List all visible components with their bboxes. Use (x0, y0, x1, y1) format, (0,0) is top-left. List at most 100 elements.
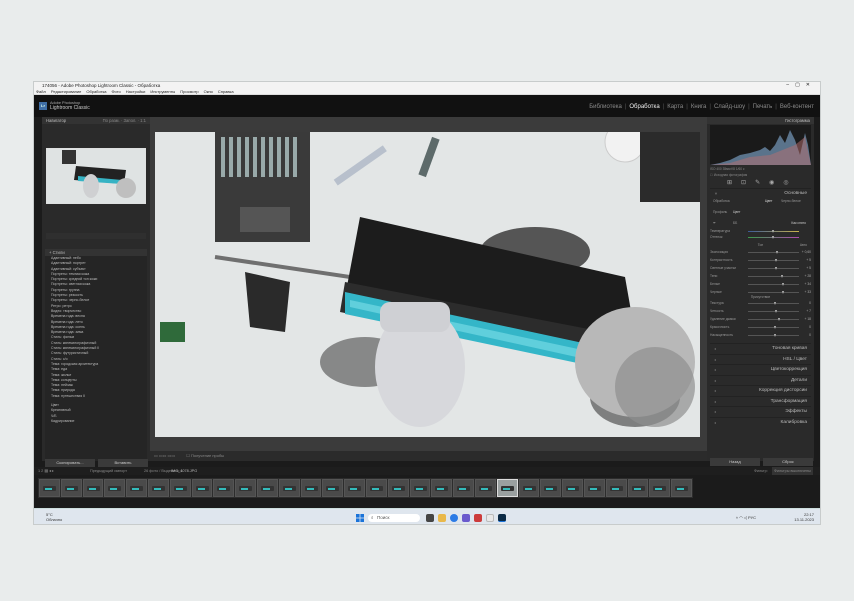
menu-item[interactable]: Инструменты (150, 89, 175, 94)
menu-item[interactable]: Просмотр (180, 89, 198, 94)
window-controls[interactable]: –▢✕ (786, 82, 816, 89)
slider-knob[interactable] (774, 266, 777, 270)
section-header[interactable]: ◂ Детали (710, 374, 811, 384)
histogram[interactable] (710, 125, 811, 165)
copy-button[interactable]: Скопировать... (45, 459, 95, 467)
slider-value[interactable]: + 5 (806, 266, 811, 271)
preset-group[interactable]: Кадрирование (45, 419, 147, 424)
yandex-icon[interactable] (474, 514, 482, 522)
navigator-preview[interactable] (46, 148, 146, 204)
filmstrip-thumbnail[interactable] (583, 479, 605, 497)
slider-presence[interactable]: Красочность 0 (710, 325, 811, 330)
slider-sliders[interactable]: Белые + 34 (710, 282, 811, 287)
treatment-color[interactable]: Цвет (765, 199, 772, 203)
treatment-bw[interactable]: Черно-белое (781, 199, 801, 203)
redeye-icon[interactable]: ◉ (769, 180, 783, 186)
filmstrip-thumbnail[interactable] (60, 479, 82, 497)
slider-sliders[interactable]: Контрастность + 5 (710, 258, 811, 263)
module-2[interactable]: Обработка (629, 104, 659, 110)
slider-knob[interactable] (774, 258, 777, 262)
filmstrip-nav-icons[interactable]: 1 2 ▦ ◂ ▸ (38, 467, 54, 475)
tint-knob[interactable] (772, 235, 774, 239)
section-header[interactable]: ◂ Калибровка (710, 416, 811, 426)
filmstrip-thumbnail[interactable] (518, 479, 540, 497)
crop-icon[interactable]: ⊡ (741, 180, 755, 186)
navigator-header[interactable]: Навигатор По разм. · Запол. · 1:1 (42, 117, 150, 124)
slider-presence[interactable]: Удаление дымки + 18 (710, 317, 811, 322)
mask-icon[interactable]: ◎ (783, 180, 797, 186)
slider-value[interactable]: + 5 (806, 258, 811, 263)
module-4[interactable]: Книга (691, 104, 707, 110)
zoom-1-1[interactable]: 1:1 (140, 118, 146, 123)
filmstrip-source[interactable]: Предыдущий импорт (90, 467, 127, 475)
windows-start-icon[interactable] (356, 514, 364, 522)
slider-knob[interactable] (773, 325, 776, 329)
edge-icon[interactable] (450, 514, 458, 522)
filmstrip-thumbnail[interactable] (627, 479, 649, 497)
filmstrip-thumbnail[interactable] (191, 479, 213, 497)
wb-value[interactable]: Как снято (791, 221, 806, 225)
filmstrip-thumbnail[interactable] (278, 479, 300, 497)
menu-item[interactable]: Файл (36, 89, 46, 94)
reset-button[interactable]: Сброс (763, 458, 813, 466)
slider-value[interactable]: 0 (809, 325, 811, 330)
module-7[interactable]: Веб-контент (780, 104, 814, 110)
lightroom-task-icon[interactable] (498, 514, 506, 522)
presets-header[interactable]: + Стили (45, 249, 147, 256)
filmstrip-thumbnail[interactable] (431, 479, 453, 497)
slider-sliders[interactable]: Тени + 28 (710, 274, 811, 279)
section-header[interactable]: ◂ HSL / Цвет (710, 353, 811, 363)
weather-widget[interactable]: 5°C Облачно (46, 512, 62, 522)
filmstrip-thumbnail[interactable] (453, 479, 474, 497)
filmstrip-thumbnail[interactable] (39, 479, 60, 497)
auto-button[interactable]: Авто (800, 243, 807, 247)
slider-knob[interactable] (782, 282, 785, 286)
section-header[interactable]: ◂ Трансформация (710, 395, 811, 405)
filmstrip-thumbnail[interactable] (344, 479, 365, 497)
menu-item[interactable]: Редактирование (51, 89, 81, 94)
preset-item[interactable]: Тема: путешествия II (45, 394, 147, 399)
paste-button[interactable]: Вставить (98, 459, 148, 467)
section-header[interactable]: ◂ Коррекция дисторсии (710, 385, 811, 394)
menu-item[interactable]: Окно (204, 89, 213, 94)
menu-item[interactable]: Фото (112, 89, 121, 94)
slider-value[interactable]: + 28 (804, 274, 811, 279)
menu-item[interactable]: Справка (218, 89, 234, 94)
filmstrip-thumbnail[interactable] (540, 479, 562, 497)
filmstrip-thumbnail[interactable] (649, 479, 671, 497)
prev-button[interactable]: Назад (710, 458, 760, 466)
filmstrip-thumbnail[interactable] (322, 479, 344, 497)
slider-value[interactable]: + 0,60 (802, 250, 811, 255)
filmstrip-thumbnail[interactable] (387, 479, 409, 497)
slider-knob[interactable] (775, 309, 778, 313)
slider-presence[interactable]: Насыщенность 0 (710, 333, 811, 338)
filmstrip-thumbnail[interactable] (213, 479, 235, 497)
section-basic[interactable]: ▼ Основные (710, 188, 811, 197)
temp-knob[interactable] (772, 229, 774, 233)
histogram-header[interactable]: Гистограмма (707, 117, 814, 124)
filmstrip-thumbnail[interactable] (82, 479, 104, 497)
slider-presence[interactable]: Четкость + 7 (710, 309, 811, 314)
filmstrip-thumbnail[interactable] (562, 479, 583, 497)
main-photo[interactable] (155, 132, 700, 437)
slider-value[interactable]: + 34 (804, 282, 811, 287)
slider-sliders[interactable]: Светлые участки + 5 (710, 266, 811, 271)
filmstrip-thumbnail[interactable] (256, 479, 278, 497)
chat-icon[interactable] (462, 514, 470, 522)
tint-slider[interactable]: Оттенок (710, 235, 811, 240)
section-header[interactable]: ◂ Цветокоррекция (710, 364, 811, 373)
slider-knob[interactable] (773, 301, 776, 305)
temp-slider[interactable]: Температура (710, 229, 811, 234)
filmstrip-thumbnail[interactable] (126, 479, 147, 497)
menu-item[interactable]: Настройки (126, 89, 146, 94)
module-3[interactable]: Карта (667, 104, 683, 110)
slider-value[interactable]: 0 (809, 301, 811, 306)
navigator-zoom[interactable] (46, 233, 146, 239)
profile-value[interactable]: Цвет (733, 210, 740, 214)
slider-knob[interactable] (781, 290, 784, 294)
filmstrip-thumbnail[interactable] (474, 479, 496, 497)
system-tray[interactable]: ˄ ◠ ◁ РУС (736, 515, 756, 520)
menu-item[interactable]: Обработка (86, 89, 106, 94)
slider-knob[interactable] (776, 250, 779, 254)
section-header[interactable]: ◂ Эффекты (710, 406, 811, 415)
